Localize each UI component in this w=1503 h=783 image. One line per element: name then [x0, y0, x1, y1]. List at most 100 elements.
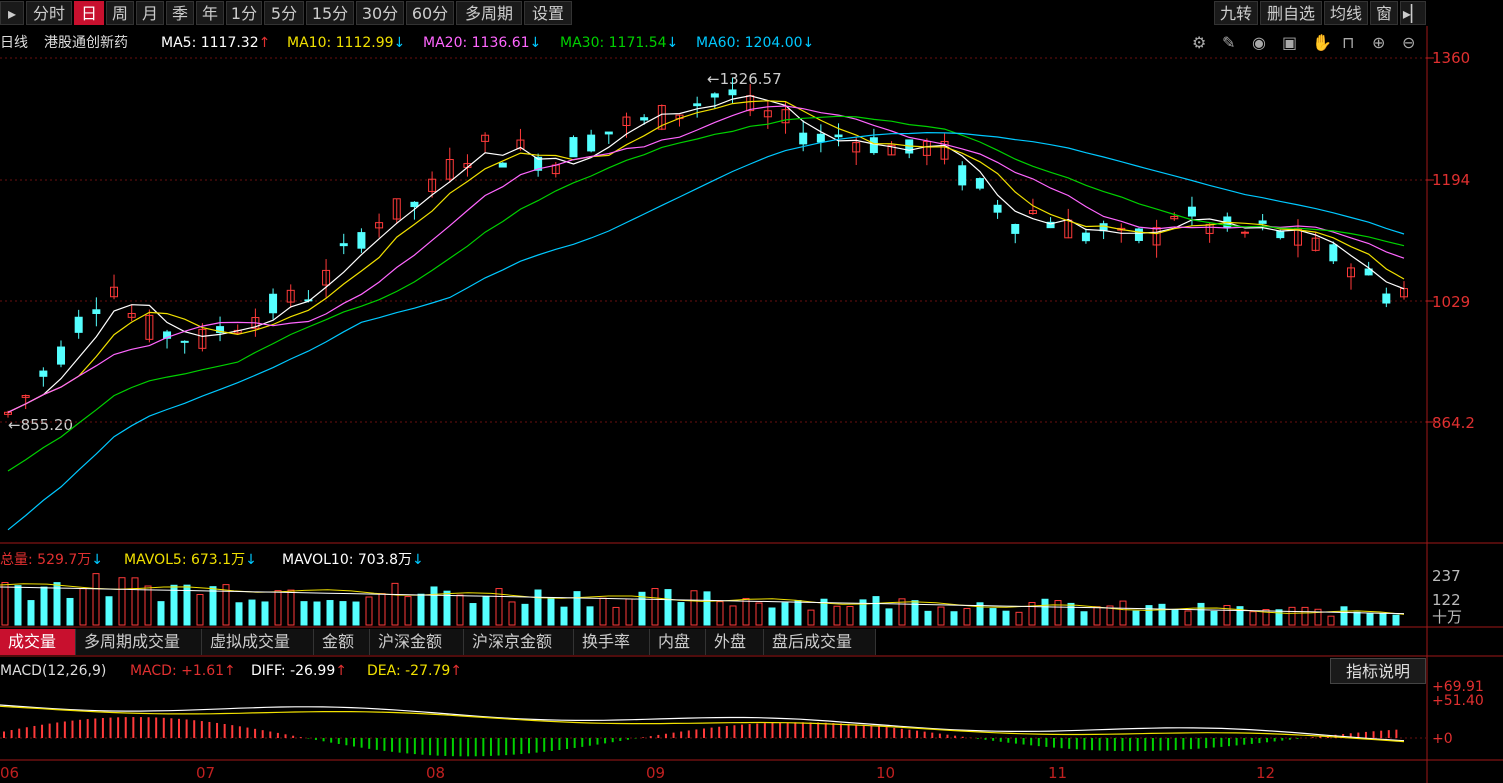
- volume-bar: [625, 598, 633, 626]
- volume-bar: [560, 606, 568, 626]
- volume-bar: [456, 594, 464, 626]
- candle-body: [693, 103, 702, 107]
- candle-body: [728, 89, 737, 96]
- volume-bar: [131, 577, 139, 626]
- volume-bar: [1015, 611, 1023, 626]
- volume-bar: [521, 603, 529, 626]
- volume-bar: [79, 588, 87, 626]
- volume-bar: [1002, 610, 1010, 626]
- volume-bar: [404, 596, 412, 626]
- volume-bar: [313, 601, 321, 626]
- volume-bar: [443, 590, 451, 626]
- candle-body: [1011, 223, 1020, 234]
- candle-body: [869, 137, 878, 154]
- volume-bar: [417, 593, 425, 626]
- volume-bar: [1041, 598, 1049, 626]
- volume-bar: [40, 586, 48, 626]
- candle-body: [39, 370, 48, 377]
- candle-body: [710, 93, 719, 98]
- volume-bar: [27, 600, 35, 626]
- volume-bar: [170, 584, 178, 626]
- volume-bar: [534, 589, 542, 626]
- volume-bar: [326, 600, 334, 626]
- volume-bar: [937, 606, 945, 626]
- volume-bar: [248, 599, 256, 626]
- candle-body: [1134, 228, 1143, 241]
- volume-bar: [599, 597, 607, 626]
- volume-bar: [794, 600, 802, 626]
- candle-body: [1240, 231, 1249, 234]
- volume-bar: [1210, 610, 1218, 626]
- candle-body: [587, 134, 596, 152]
- volume-bar: [612, 606, 620, 626]
- volume-bar: [729, 605, 737, 626]
- volume-bar: [14, 585, 22, 626]
- volume-bar: [989, 608, 997, 626]
- volume-bar: [807, 609, 815, 626]
- candle-body: [1187, 206, 1196, 217]
- volume-bar: [1392, 614, 1400, 626]
- volume-bar: [209, 586, 217, 626]
- candle-body: [799, 132, 808, 145]
- volume-bar: [677, 602, 685, 626]
- volume-bar: [1080, 611, 1088, 626]
- volume-bar: [157, 601, 165, 626]
- volume-bar: [573, 591, 581, 626]
- ma5-line: [7, 95, 1405, 413]
- candle-body: [339, 243, 348, 247]
- volume-bar: [1, 582, 9, 626]
- candle-body: [1081, 232, 1090, 242]
- volume-bar: [1275, 609, 1283, 626]
- ma10-line: [7, 100, 1405, 413]
- kline-chart[interactable]: [0, 0, 1503, 783]
- candle-body: [1329, 244, 1338, 262]
- volume-bar: [118, 577, 126, 626]
- candle-body: [180, 340, 189, 343]
- volume-bar: [1327, 615, 1335, 626]
- volume-bar: [924, 610, 932, 626]
- volume-bar: [1158, 603, 1166, 626]
- candle-body: [834, 134, 843, 138]
- volume-bar: [755, 602, 763, 626]
- volume-bar: [365, 596, 373, 626]
- volume-bar: [66, 597, 74, 626]
- volume-bar: [586, 606, 594, 626]
- volume-bar: [690, 590, 698, 626]
- volume-bar: [1301, 606, 1309, 626]
- volume-bar: [950, 611, 958, 626]
- volume-bar: [430, 586, 438, 626]
- volume-bar: [508, 601, 516, 626]
- candle-body: [410, 201, 419, 208]
- candle-body: [1382, 293, 1391, 304]
- volume-bar: [1067, 602, 1075, 626]
- volume-bar: [1184, 610, 1192, 626]
- volume-bar: [274, 590, 282, 626]
- volume-bar: [235, 602, 243, 626]
- candle-body: [57, 346, 66, 365]
- volume-bar: [703, 591, 711, 626]
- candle-body: [1099, 223, 1108, 232]
- volume-bar: [664, 589, 672, 626]
- volume-bar: [781, 602, 789, 626]
- volume-bar: [482, 596, 490, 626]
- volume-bar: [833, 605, 841, 626]
- volume-bar: [300, 601, 308, 626]
- volume-bar: [144, 585, 152, 626]
- candle-body: [269, 293, 278, 314]
- volume-bar: [196, 593, 204, 626]
- candle-body: [1276, 230, 1285, 239]
- candle-body: [993, 204, 1002, 213]
- volume-bar: [885, 608, 893, 626]
- volume-bar: [963, 608, 971, 626]
- volume-bar: [1119, 600, 1127, 626]
- volume-bar: [1132, 610, 1140, 626]
- volume-bar: [261, 601, 269, 626]
- volume-bar: [651, 588, 659, 626]
- volume-bar: [1054, 600, 1062, 626]
- volume-bar: [391, 582, 399, 626]
- volume-bar: [1197, 602, 1205, 626]
- volume-bar: [1340, 606, 1348, 626]
- ma30-line: [7, 115, 1405, 472]
- volume-bar: [1093, 606, 1101, 626]
- candle-body: [604, 131, 613, 135]
